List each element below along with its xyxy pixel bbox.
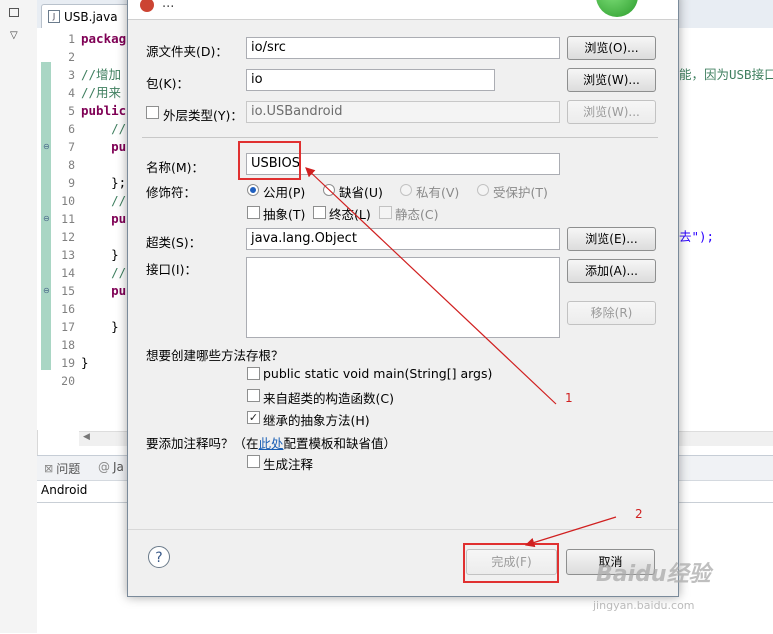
annotation-number-2: 2 xyxy=(635,507,643,521)
baidu-watermark: Baidu经验 xyxy=(596,562,711,587)
annotation-number-1: 1 xyxy=(565,391,573,405)
baidu-watermark-url: jingyan.baidu.com xyxy=(593,599,695,612)
arrow-2 xyxy=(524,516,617,548)
annotation-arrows xyxy=(305,167,617,548)
arrow-1 xyxy=(305,167,557,405)
